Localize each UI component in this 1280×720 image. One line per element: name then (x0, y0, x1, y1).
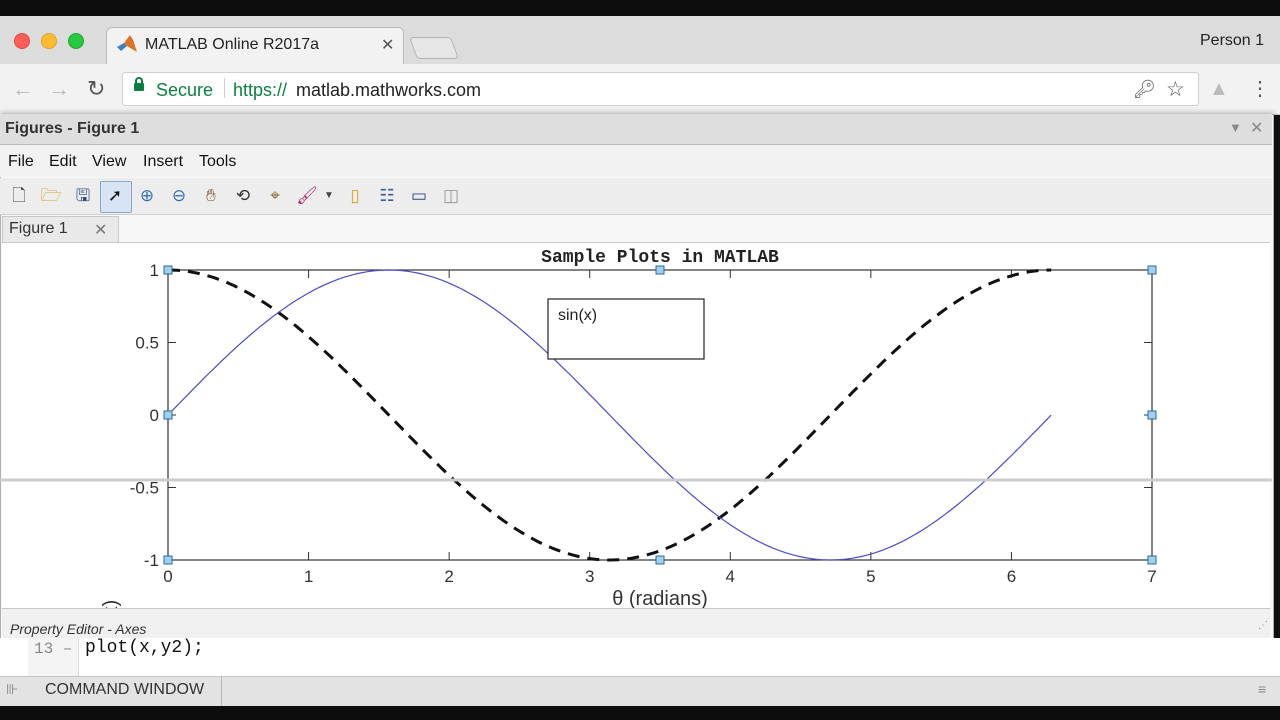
resize-handle[interactable] (163, 265, 173, 275)
x-tick-label: 0 (163, 567, 172, 586)
x-tick-label: 2 (444, 567, 453, 586)
url-host: matlab.mathworks.com (296, 80, 482, 100)
figure-tab-close-icon[interactable]: ✕ (94, 220, 107, 240)
resize-handle[interactable] (655, 265, 665, 275)
pointer-icon[interactable]: ➚ (104, 185, 126, 207)
window-top-edge (0, 0, 1280, 16)
resize-handle[interactable] (163, 410, 173, 420)
tab-close-icon[interactable]: ✕ (381, 35, 394, 55)
y-tick-label: 1 (150, 261, 159, 280)
zoom-out-icon[interactable]: ⊖ (168, 185, 190, 207)
maximize-window-button[interactable] (68, 33, 84, 49)
y-tick-label: -1 (144, 551, 159, 570)
x-tick-label: 5 (866, 567, 875, 586)
forward-arrow-icon[interactable]: → (48, 76, 70, 102)
tab-title: MATLAB Online R2017a (145, 36, 320, 53)
save-icon[interactable]: 🖫 (72, 185, 94, 207)
plot-svg[interactable]: Sample Plots in MATLAB 0 1 2 3 4 5 6 7-1-0.500.… (0, 242, 1272, 608)
chevron-down-icon[interactable]: ▼ (1229, 120, 1242, 135)
legend-entry-sin: sin(x) (558, 307, 597, 324)
lock-icon (134, 77, 144, 91)
menu-file[interactable]: File (8, 153, 34, 171)
pan-hand-icon[interactable]: ✋︎ (200, 185, 222, 207)
menu-edit[interactable]: Edit (49, 153, 77, 171)
secure-label: Secure (156, 80, 214, 100)
figure-title-bar (0, 114, 1272, 145)
url-scheme: https:// (233, 80, 288, 100)
url-separator (224, 78, 225, 98)
new-figure-icon[interactable]: 🗋 (8, 185, 30, 207)
profile-name[interactable]: Person 1 (1200, 32, 1264, 50)
resize-handle[interactable] (1147, 410, 1157, 420)
legend-icon[interactable]: ☷ (376, 185, 398, 207)
figure-toolbar (0, 178, 1272, 215)
plot-tools-show-icon[interactable]: ◫ (440, 185, 462, 207)
key-icon[interactable]: 🔑︎ (1133, 79, 1156, 100)
panel-options-icon[interactable]: ≡ (1258, 681, 1266, 697)
zoom-in-icon[interactable]: ⊕ (136, 185, 158, 207)
x-tick-label: 7 (1147, 567, 1156, 586)
chevron-down-icon[interactable]: ▼ (318, 185, 340, 207)
menu-tools[interactable]: Tools (199, 153, 236, 171)
back-arrow-icon[interactable]: ← (12, 76, 34, 102)
command-window-label[interactable]: COMMAND WINDOW (45, 681, 204, 699)
matlab-logo-icon (117, 35, 137, 52)
resize-handle[interactable] (1147, 555, 1157, 565)
window-bottom-edge (0, 706, 1280, 720)
x-tick-label: 6 (1007, 567, 1016, 586)
x-axis-label: θ (radians) (612, 588, 708, 608)
expand-panel-icon[interactable]: ⊪ (6, 681, 18, 698)
resize-handle[interactable] (1147, 265, 1157, 275)
plot-title: Sample Plots in MATLAB (541, 248, 779, 268)
y-tick-label: 0 (150, 406, 159, 425)
menu-dots-icon[interactable]: ⋮ (1250, 76, 1270, 101)
x-tick-label: 3 (585, 567, 594, 586)
open-file-icon[interactable]: 🗁 (40, 185, 62, 207)
y-axis-label: sin(x), cos(x) (100, 600, 122, 608)
brush-icon[interactable]: 🖌︎ (296, 185, 318, 207)
colorbar-icon[interactable]: ▯ (344, 185, 366, 207)
resize-handle[interactable] (163, 555, 173, 565)
line-number: 13 – (34, 640, 73, 658)
property-editor-bar (2, 608, 1270, 638)
new-tab-button[interactable] (408, 37, 460, 59)
minimize-window-button[interactable] (41, 33, 57, 49)
figure-tab-label: Figure 1 (9, 220, 68, 237)
command-window-separator (221, 676, 222, 706)
bookmark-star-icon[interactable]: ☆ (1166, 77, 1185, 102)
figure-close-icon[interactable]: ✕ (1250, 118, 1263, 138)
rotate-3d-icon[interactable]: ⟲ (232, 185, 254, 207)
code-line[interactable]: plot(x,y2); (85, 638, 204, 658)
data-cursor-icon[interactable]: ⌖ (264, 185, 286, 207)
figure-menu-bar (0, 145, 1272, 177)
x-tick-label: 4 (726, 567, 735, 586)
y-tick-label: 0.5 (135, 334, 159, 353)
reload-icon[interactable]: ↻ (87, 76, 105, 102)
figure-window-title: Figures - Figure 1 (5, 120, 140, 137)
resize-handle[interactable] (655, 555, 665, 565)
x-tick-label: 1 (304, 567, 313, 586)
close-window-button[interactable] (14, 33, 30, 49)
menu-insert[interactable]: Insert (143, 153, 183, 171)
resize-grip-icon[interactable]: ⋰ (1258, 620, 1268, 631)
plot-tools-hide-icon[interactable]: ▭ (408, 185, 430, 207)
drive-icon[interactable]: ▲ (1209, 78, 1229, 101)
menu-view[interactable]: View (92, 153, 126, 171)
property-editor-label: Property Editor - Axes (10, 621, 147, 637)
